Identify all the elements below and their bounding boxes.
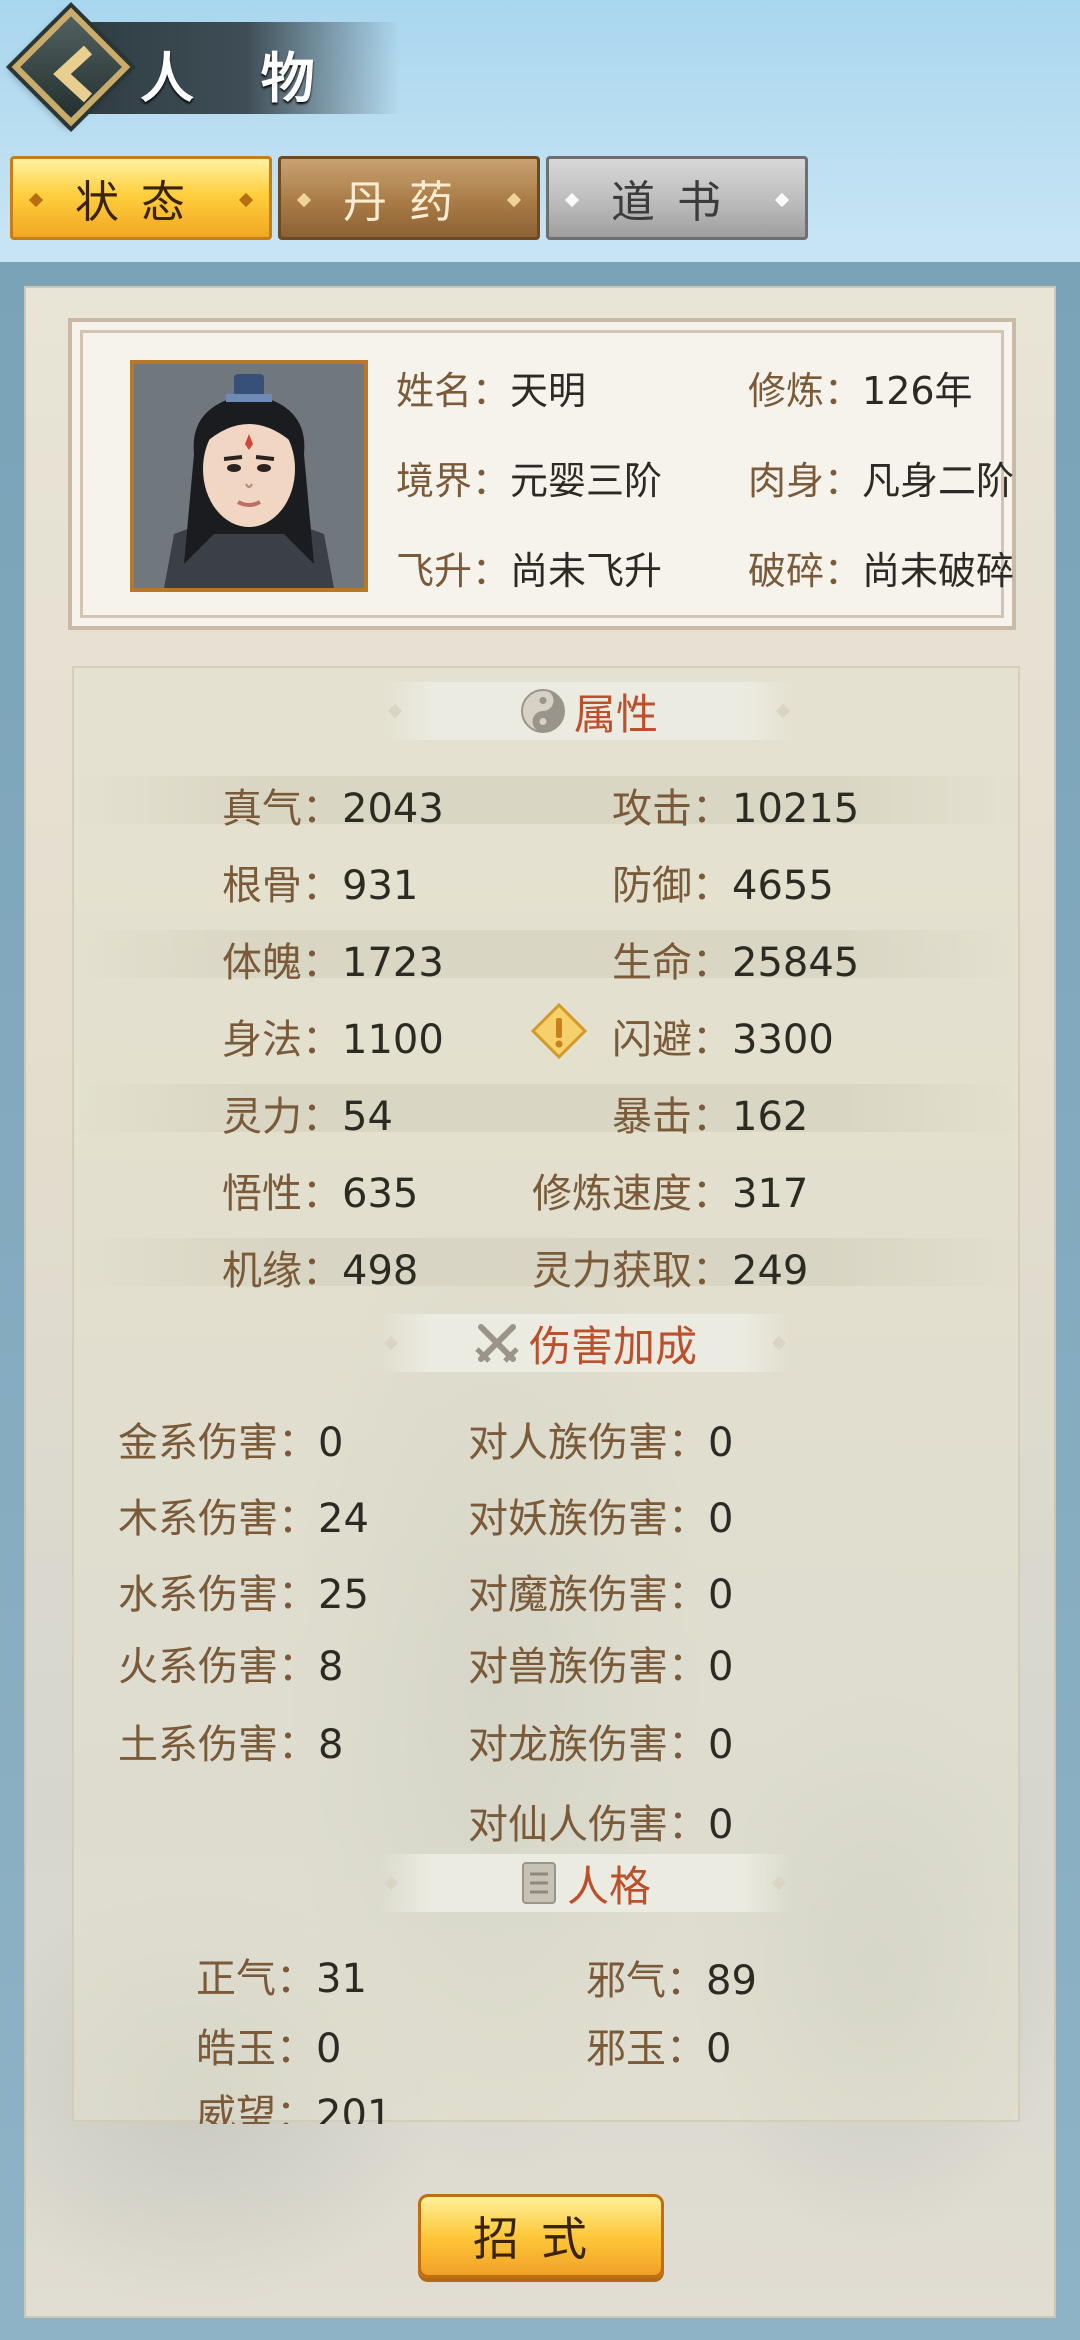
avatar <box>130 360 368 592</box>
stat-value: 24 <box>318 1496 369 1542</box>
stat-key: 对龙族伤害： <box>468 1722 708 1768</box>
stat-evil: 邪气：89 <box>586 1948 757 2006</box>
stat-righteous: 正气：31 <box>196 1946 367 2004</box>
stat-value: 8 <box>318 1722 344 1768</box>
info-value: 天明 <box>510 369 587 413</box>
stat-value: 0 <box>708 1420 734 1466</box>
stat-key: 土系伤害： <box>118 1722 318 1768</box>
stat-value: 0 <box>708 1572 734 1618</box>
stat-prestige: 威望：201 <box>196 2082 392 2124</box>
stat-vs-human-dmg: 对人族伤害：0 <box>468 1410 733 1468</box>
stat-key: 对魔族伤害： <box>468 1572 708 1618</box>
page-title: 人 物 <box>140 46 339 110</box>
stat-metal-dmg: 金系伤害：0 <box>118 1410 343 1468</box>
info-value: 元婴三阶 <box>510 459 663 503</box>
tab-bar: 状态 丹药 道书 <box>10 156 808 240</box>
stat-key: 金系伤害： <box>118 1420 318 1466</box>
stat-value: 8 <box>318 1644 344 1690</box>
section-header-damage-title: 伤害加成 <box>380 1314 790 1372</box>
stat-vs-devil-dmg: 对魔族伤害：0 <box>468 1562 733 1620</box>
crossed-swords-icon <box>475 1324 519 1363</box>
info-cultivation: 修炼：126年 <box>748 360 973 415</box>
moves-button[interactable]: 招式 <box>418 2194 664 2278</box>
stat-key: 对仙人伤害： <box>468 1802 708 1848</box>
stat-value: 0 <box>706 2026 732 2072</box>
info-key: 姓名： <box>396 369 511 413</box>
info-value: 126年 <box>862 369 973 413</box>
stat-value: 25 <box>318 1572 369 1618</box>
stat-value: 0 <box>708 1722 734 1768</box>
back-button[interactable] <box>11 7 131 127</box>
stat-value: 0 <box>708 1644 734 1690</box>
personality-section: 人格 正气：31 邪气：89 皓玉：0 邪玉：0 威望：201 <box>70 1854 1018 2124</box>
stat-value: 89 <box>706 1958 757 2004</box>
info-body: 肉身：凡身二阶 <box>748 450 1014 505</box>
stat-vs-demon-dmg: 对妖族伤害：0 <box>468 1486 733 1544</box>
stat-key: 对人族伤害： <box>468 1420 708 1466</box>
info-ascension: 飞升：尚未飞升 <box>396 540 662 595</box>
stat-key: 邪气： <box>586 1958 706 2004</box>
stat-key: 火系伤害： <box>118 1644 318 1690</box>
stat-vs-dragon-dmg: 对龙族伤害：0 <box>468 1712 733 1770</box>
stat-vs-immortal-dmg: 对仙人伤害：0 <box>468 1792 733 1850</box>
section-title: 伤害加成 <box>528 1321 697 1371</box>
info-key: 飞升： <box>396 549 511 593</box>
profile-card: 姓名：天明 修炼：126年 境界：元婴三阶 肉身：凡身二阶 飞升：尚未飞升 破碎… <box>68 318 1016 630</box>
stat-wood-dmg: 木系伤害：24 <box>118 1486 369 1544</box>
tab-pills[interactable]: 丹药 <box>278 156 540 240</box>
stat-earth-dmg: 土系伤害：8 <box>118 1712 343 1770</box>
info-value: 尚未飞升 <box>510 549 663 593</box>
stat-key: 水系伤害： <box>118 1572 318 1618</box>
info-shatter: 破碎：尚未破碎 <box>748 540 1014 595</box>
stat-value: 201 <box>316 2092 393 2124</box>
info-key: 肉身： <box>748 459 863 503</box>
info-value: 凡身二阶 <box>862 459 1015 503</box>
stat-key: 对妖族伤害： <box>468 1496 708 1542</box>
stat-value: 0 <box>316 2026 342 2072</box>
stat-key: 威望： <box>196 2092 316 2124</box>
stat-key: 木系伤害： <box>118 1496 318 1542</box>
info-realm: 境界：元婴三阶 <box>396 450 662 505</box>
stat-value: 0 <box>708 1496 734 1542</box>
character-portrait <box>134 364 364 588</box>
stat-key: 邪玉： <box>586 2026 706 2072</box>
stat-vs-beast-dmg: 对兽族伤害：0 <box>468 1634 733 1692</box>
stat-value: 31 <box>316 1956 367 2002</box>
info-name: 姓名：天明 <box>396 360 586 415</box>
stat-key: 正气： <box>196 1956 316 2002</box>
stat-key: 皓玉： <box>196 2026 316 2072</box>
stat-value: 0 <box>708 1802 734 1848</box>
section-header-personality: 人格 <box>380 1854 790 1912</box>
stat-water-dmg: 水系伤害：25 <box>118 1562 369 1620</box>
tab-books[interactable]: 道书 <box>546 156 808 240</box>
chevron-left-icon <box>53 45 93 103</box>
header: 人 物 <box>0 0 1080 150</box>
stat-xieyu: 邪玉：0 <box>586 2016 731 2074</box>
info-key: 破碎： <box>748 549 863 593</box>
info-value: 尚未破碎 <box>862 549 1015 593</box>
info-key: 境界： <box>396 459 511 503</box>
section-title: 人格 <box>566 1861 651 1911</box>
stat-fire-dmg: 火系伤害：8 <box>118 1634 343 1692</box>
stat-haoyu: 皓玉：0 <box>196 2016 341 2074</box>
scroll-list-icon <box>521 1862 556 1904</box>
stat-value: 0 <box>318 1420 344 1466</box>
tab-status[interactable]: 状态 <box>10 156 272 240</box>
info-key: 修炼： <box>748 369 863 413</box>
stat-key: 对兽族伤害： <box>468 1644 708 1690</box>
damage-section: 伤害加成 金系伤害：0 对人族伤害：0 木系伤害：24 对妖族伤害：0 水系伤害… <box>70 664 1018 1864</box>
